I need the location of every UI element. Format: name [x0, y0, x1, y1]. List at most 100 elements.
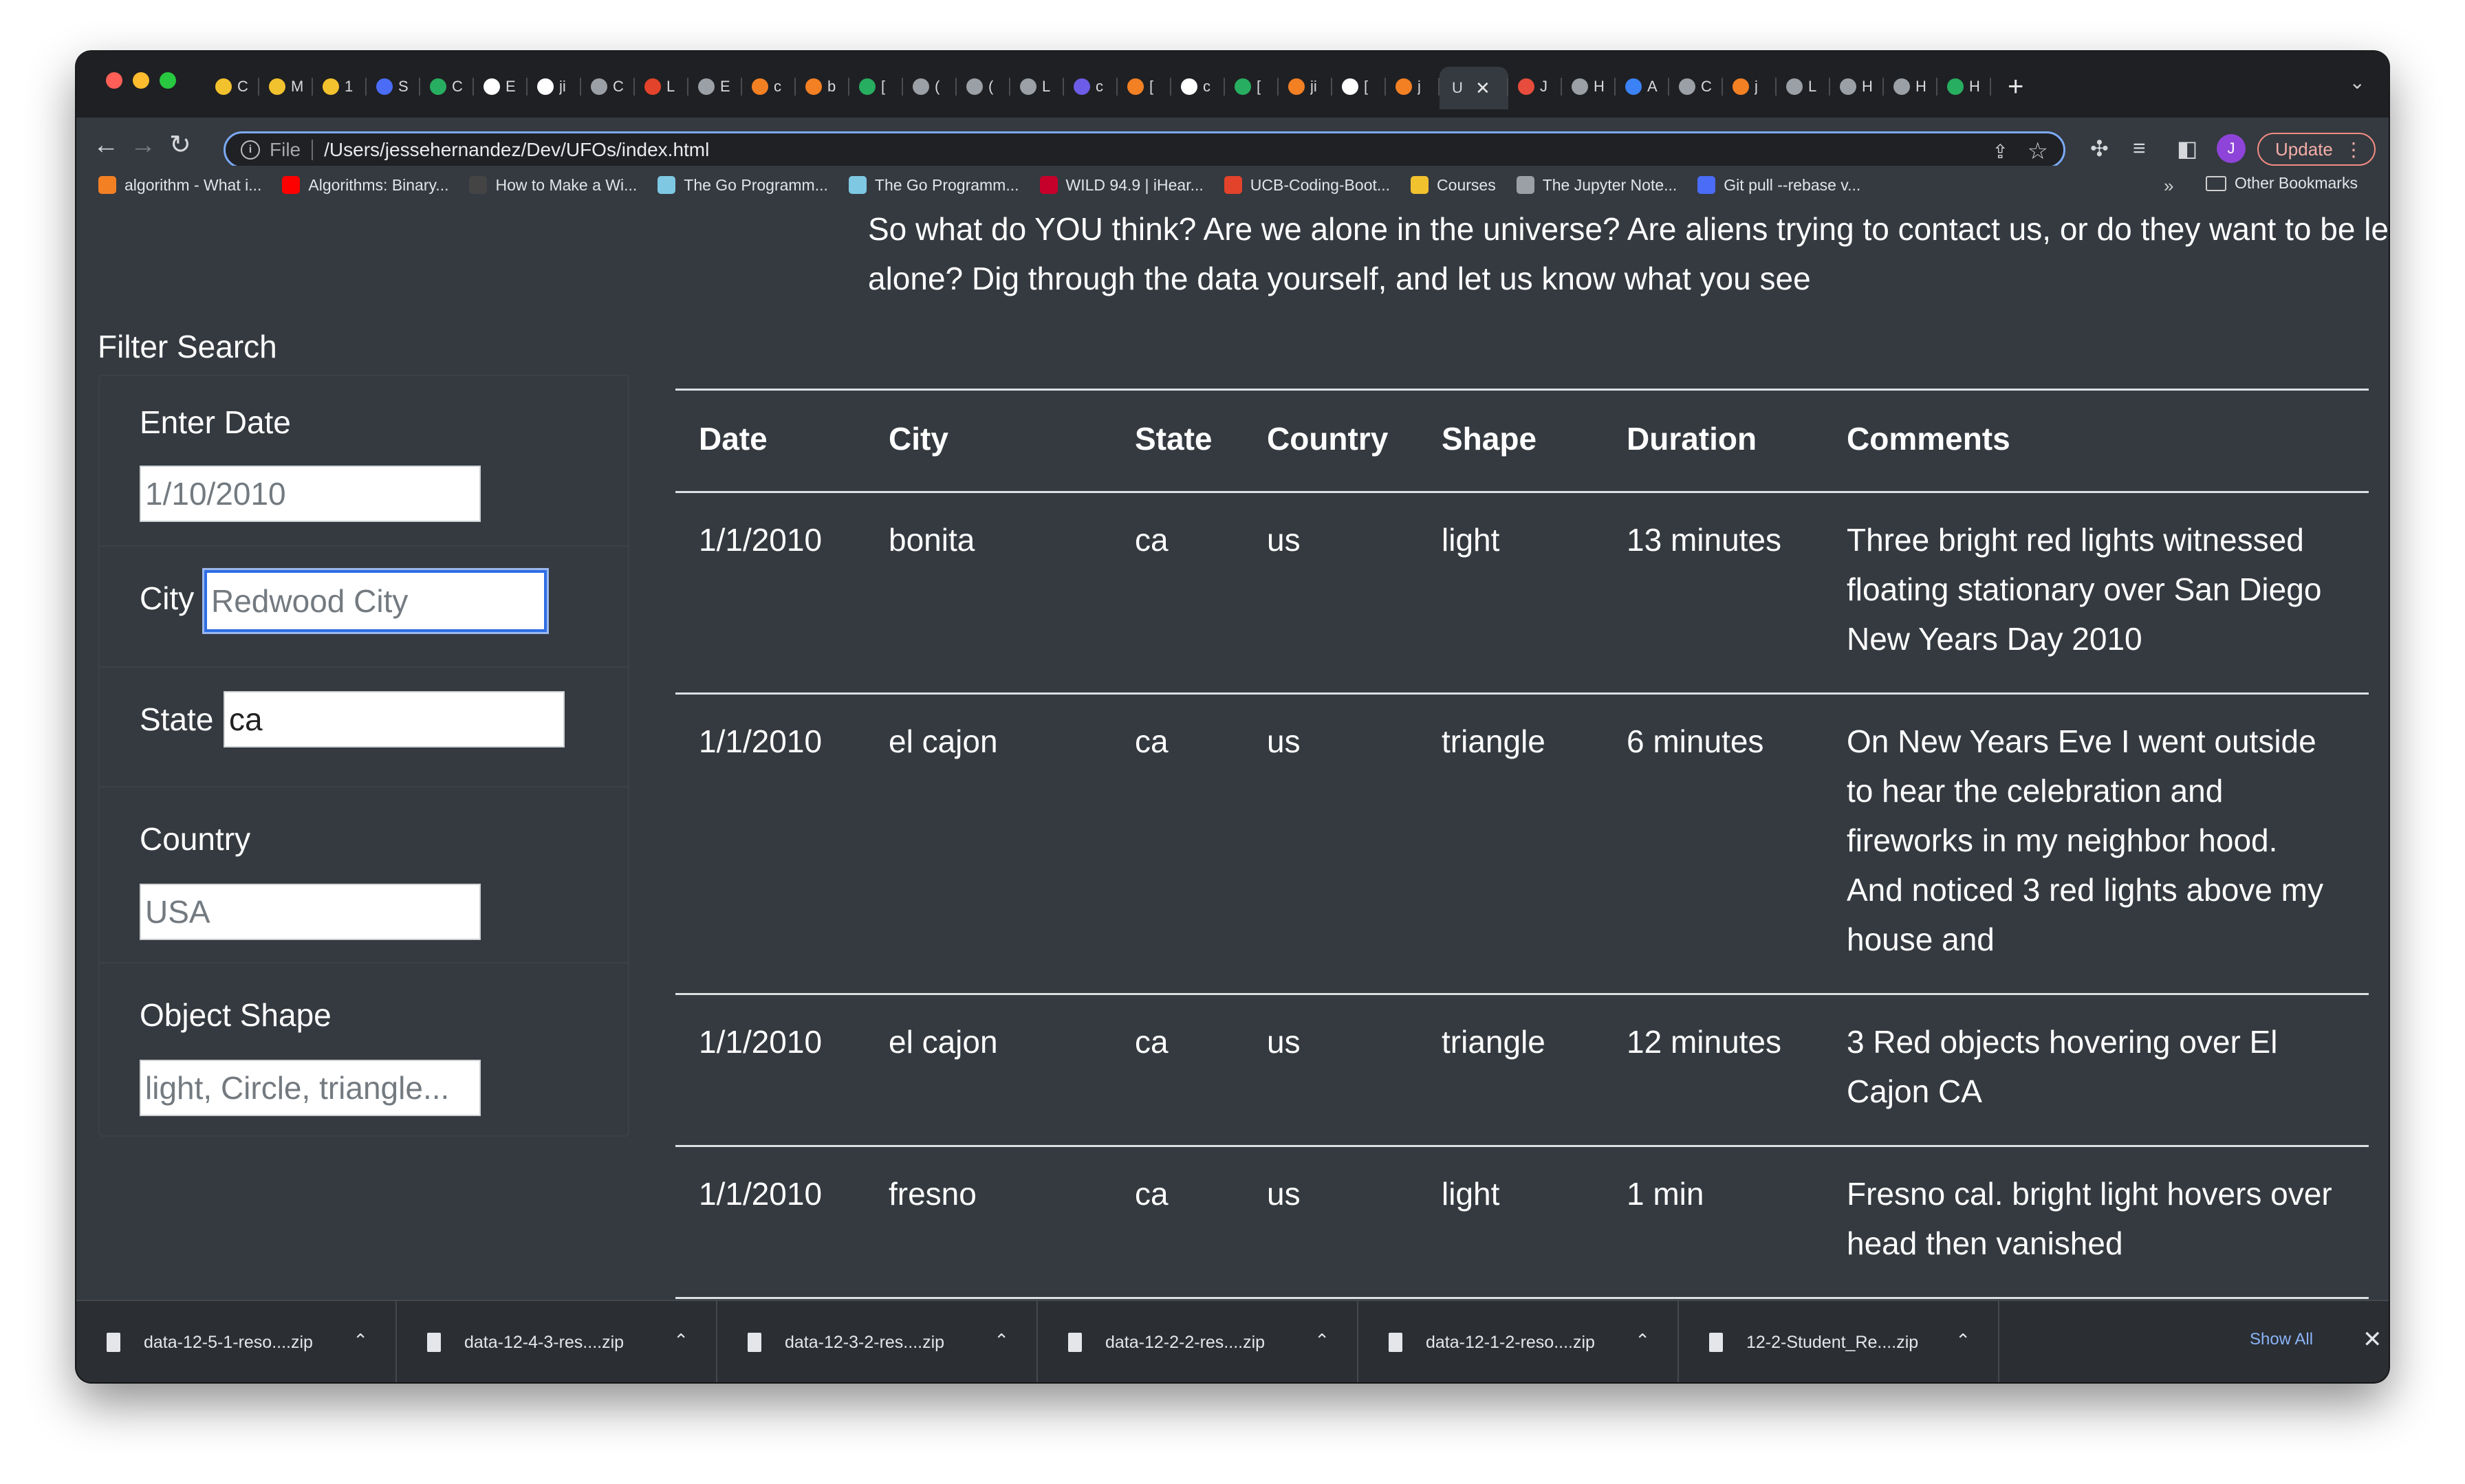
browser-tab[interactable]: [: [1225, 67, 1279, 107]
browser-tab[interactable]: C: [581, 67, 635, 107]
show-all-downloads-button[interactable]: Show All: [2250, 1330, 2313, 1349]
minimize-window-button[interactable]: [133, 72, 149, 89]
bookmark-item[interactable]: Algorithms: Binary...: [282, 176, 448, 195]
download-item[interactable]: 12-2-Student_Re....zip ⌃: [1679, 1301, 1999, 1382]
browser-tab[interactable]: ji: [1279, 67, 1332, 107]
share-icon[interactable]: ⇪: [1992, 140, 2008, 163]
browser-tab[interactable]: S: [367, 67, 420, 107]
cell-comments-line: New Years Day 2010: [1847, 621, 2142, 657]
table-body: 1/1/2010 bonita ca us light 13 minutes Three b…: [675, 491, 2369, 1354]
browser-tab[interactable]: c: [742, 67, 796, 107]
profile-avatar[interactable]: J: [2217, 134, 2246, 163]
browser-tab[interactable]: (: [903, 67, 957, 107]
bookmark-item[interactable]: UCB-Coding-Boot...: [1224, 176, 1390, 195]
browser-tab[interactable]: H: [1562, 67, 1616, 107]
update-button-label: Update: [2275, 138, 2333, 160]
city-input[interactable]: [204, 570, 547, 632]
bookmark-item[interactable]: Git pull --rebase v...: [1697, 176, 1860, 195]
chevron-up-icon[interactable]: ⌃: [353, 1330, 368, 1351]
browser-tab[interactable]: A: [1616, 67, 1669, 107]
cube-icon: [1572, 78, 1588, 95]
more-menu-icon[interactable]: ⋮: [2344, 138, 2363, 161]
browser-tab[interactable]: C: [206, 67, 259, 107]
browser-tab[interactable]: E: [688, 67, 742, 107]
browser-tab[interactable]: H: [1884, 67, 1937, 107]
cube-icon: [1786, 78, 1803, 95]
back-icon[interactable]: ←: [93, 131, 119, 159]
zoom-window-button[interactable]: [160, 72, 176, 89]
browser-tab[interactable]: L: [1777, 67, 1830, 107]
cell-country: us: [1267, 723, 1301, 759]
browser-window: C M 1 S C Eji C L Ec b[((Lc[c[ji[j U ✕ J H A Cj L H H H + ⌄ …: [76, 52, 2389, 1382]
shape-input[interactable]: [140, 1060, 481, 1116]
address-url[interactable]: /Users/jessehernandez/Dev/UFOs/index.htm…: [324, 139, 709, 161]
bookmark-item[interactable]: Courses: [1411, 176, 1496, 195]
browser-tab[interactable]: [: [1332, 67, 1386, 107]
update-button[interactable]: Update ⋮: [2257, 133, 2376, 166]
bookmarks-overflow-button[interactable]: »: [2164, 175, 2173, 197]
bookmark-item[interactable]: The Jupyter Note...: [1516, 176, 1677, 195]
media-queue-icon[interactable]: ≡: [2133, 135, 2146, 161]
cell-comments-line: Cajon CA: [1847, 1073, 1982, 1109]
forward-icon[interactable]: →: [130, 131, 156, 159]
browser-tab[interactable]: j: [1723, 67, 1777, 107]
new-tab-button[interactable]: +: [2008, 72, 2023, 102]
active-tab[interactable]: U ✕: [1440, 67, 1508, 109]
close-tab-icon[interactable]: ✕: [1475, 78, 1490, 99]
browser-tab[interactable]: E: [474, 67, 528, 107]
file-icon: [427, 1333, 441, 1352]
close-downloads-icon[interactable]: ✕: [2363, 1326, 2382, 1353]
download-item[interactable]: data-12-4-3-res....zip ⌃: [397, 1301, 717, 1382]
tab-label: U: [1452, 79, 1463, 96]
browser-tab[interactable]: c: [1064, 67, 1118, 107]
browser-tab[interactable]: (: [957, 67, 1010, 107]
browser-tab[interactable]: L: [635, 67, 688, 107]
stack-icon: [98, 176, 116, 194]
browser-tab[interactable]: b: [796, 67, 849, 107]
browser-tab[interactable]: L: [1010, 67, 1064, 107]
close-window-button[interactable]: [106, 72, 122, 89]
browser-tab[interactable]: j: [1386, 67, 1440, 107]
browser-tab[interactable]: [: [849, 67, 903, 107]
chevron-up-icon[interactable]: ⌃: [1314, 1330, 1329, 1351]
side-panel-icon[interactable]: ◧: [2177, 135, 2197, 162]
browser-tab[interactable]: H: [1937, 67, 1991, 107]
browser-tab[interactable]: J: [1508, 67, 1562, 107]
browser-tab[interactable]: 1: [313, 67, 367, 107]
download-item[interactable]: data-12-2-2-res....zip ⌃: [1038, 1301, 1358, 1382]
download-item[interactable]: data-12-3-2-res....zip ⌃: [717, 1301, 1038, 1382]
tab-label: [: [1149, 78, 1154, 95]
date-input[interactable]: [140, 466, 481, 522]
browser-tab[interactable]: M: [259, 67, 313, 107]
tab-label: b: [827, 78, 836, 95]
site-info-icon[interactable]: i: [241, 140, 260, 160]
chevron-up-icon[interactable]: ⌃: [1955, 1330, 1970, 1351]
browser-tab[interactable]: C: [1669, 67, 1723, 107]
bookmark-item[interactable]: algorithm - What i...: [98, 176, 261, 195]
bookmark-item[interactable]: How to Make a Wi...: [469, 176, 637, 195]
tab-search-icon[interactable]: ⌄: [2349, 71, 2365, 94]
browser-tab[interactable]: C: [420, 67, 474, 107]
browser-tab[interactable]: H: [1830, 67, 1884, 107]
state-label: State: [140, 701, 214, 737]
browser-tab[interactable]: c: [1171, 67, 1225, 107]
bookmark-item[interactable]: WILD 94.9 | iHear...: [1039, 176, 1204, 195]
address-bar[interactable]: i File /Users/jessehernandez/Dev/UFOs/in…: [224, 131, 2065, 168]
chevron-up-icon[interactable]: ⌃: [673, 1330, 688, 1351]
state-input[interactable]: [224, 691, 565, 748]
browser-tab[interactable]: ji: [528, 67, 581, 107]
country-input[interactable]: [140, 884, 481, 940]
download-item[interactable]: data-12-1-2-reso....zip ⌃: [1358, 1301, 1679, 1382]
chevron-up-icon[interactable]: ⌃: [994, 1330, 1009, 1351]
extensions-icon[interactable]: ✣: [2090, 135, 2109, 162]
other-bookmarks-folder[interactable]: Other Bookmarks: [2206, 174, 2358, 193]
tab-label: c: [1203, 78, 1210, 95]
reload-icon[interactable]: ↻: [169, 131, 191, 159]
bookmark-item[interactable]: The Go Programm...: [658, 176, 828, 195]
intro-paragraph: So what do YOU think? Are we alone in th…: [868, 211, 2389, 296]
browser-tab[interactable]: [: [1118, 67, 1171, 107]
download-item[interactable]: data-12-5-1-reso....zip ⌃: [76, 1301, 397, 1382]
chevron-up-icon[interactable]: ⌃: [1635, 1330, 1650, 1351]
bookmark-item[interactable]: The Go Programm...: [848, 176, 1019, 195]
bookmark-star-icon[interactable]: ☆: [2028, 138, 2048, 165]
